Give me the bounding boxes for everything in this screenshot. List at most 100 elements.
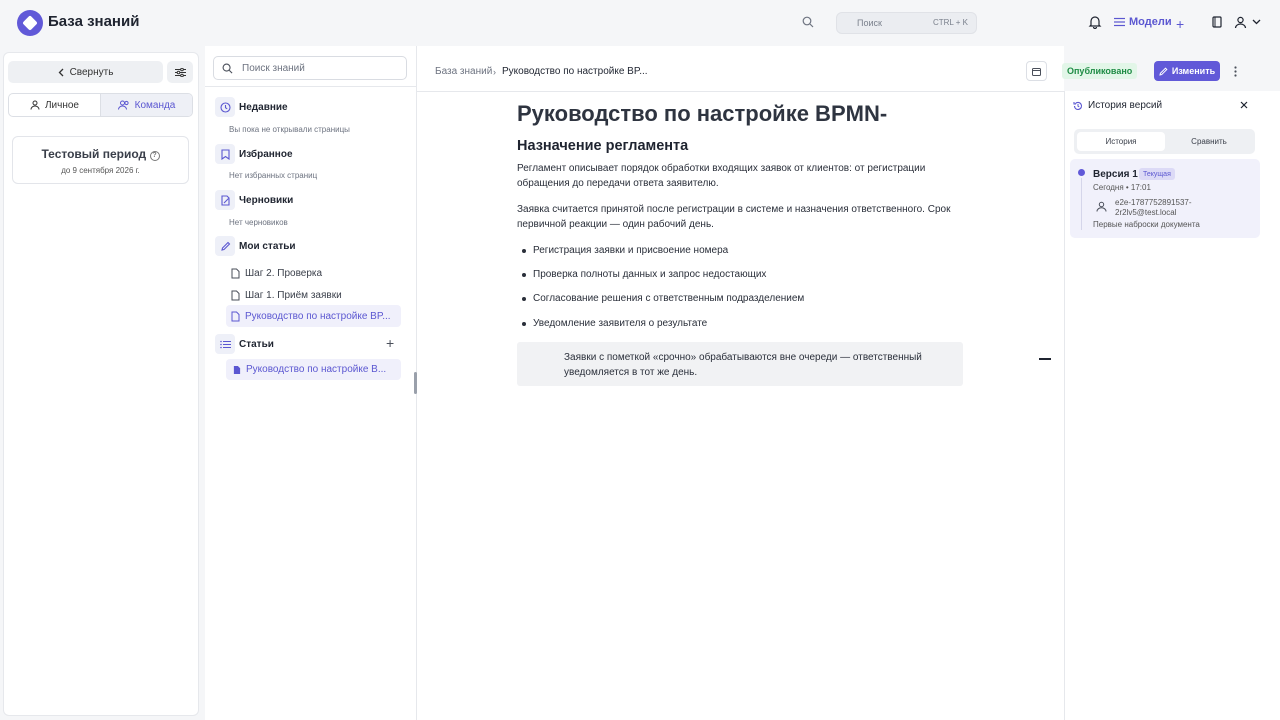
list-item-text: Согласование решения с ответственным под… bbox=[533, 293, 805, 304]
history-tabs: История Сравнить bbox=[1074, 129, 1255, 154]
trial-title-text: Тестовый период bbox=[41, 147, 147, 161]
knowledge-search-input[interactable]: Поиск знаний bbox=[213, 56, 407, 80]
paragraph-1: Регламент описывает порядок обработки вх… bbox=[517, 163, 926, 189]
section-favorites[interactable]: Избранное bbox=[239, 149, 293, 160]
history-title: История версий bbox=[1088, 100, 1163, 111]
breadcrumb-current: Руководство по настройке BP... bbox=[502, 66, 648, 77]
global-search-input[interactable]: Поиск CTRL + K bbox=[836, 12, 977, 34]
list-item-text: Уведомление заявителя о результате bbox=[533, 318, 708, 329]
more-options-icon[interactable] bbox=[1225, 61, 1245, 81]
nav-item-label: Руководство по настройке BP... bbox=[245, 310, 391, 322]
file-icon bbox=[231, 268, 240, 278]
bookmark-icon bbox=[215, 144, 235, 164]
version-timeline bbox=[1081, 178, 1082, 230]
trial-until: до 9 сентября 2026 г. bbox=[61, 166, 140, 175]
user-icon bbox=[30, 100, 40, 110]
sliders-icon bbox=[174, 67, 186, 77]
nav-item-step1[interactable]: Шаг 1. Приём заявки bbox=[231, 288, 342, 302]
chevron-left-icon bbox=[58, 68, 64, 76]
add-icon[interactable]: + bbox=[1176, 16, 1184, 32]
version-dot bbox=[1078, 169, 1085, 176]
calendar-icon bbox=[1032, 67, 1041, 76]
callout-block: Заявки с пометкой «срочно» обрабатываютс… bbox=[517, 342, 963, 386]
list-item-text: Проверка полноты данных и запрос недоста… bbox=[533, 269, 767, 280]
list-item: Проверка полноты данных и запрос недоста… bbox=[522, 269, 766, 280]
list-icon bbox=[215, 334, 235, 354]
tab-compare[interactable]: Сравнить bbox=[1166, 132, 1252, 151]
search-shortcut: CTRL + K bbox=[932, 18, 968, 27]
bullet-dot bbox=[522, 296, 526, 301]
current-badge: Текущая bbox=[1139, 168, 1175, 180]
search-icon[interactable] bbox=[802, 16, 814, 28]
main-toolbar-divider bbox=[417, 91, 1064, 92]
filter-button[interactable] bbox=[167, 61, 193, 83]
user-icon bbox=[1096, 201, 1107, 212]
tab-team-label: Команда bbox=[134, 99, 176, 111]
bullet-dot bbox=[522, 321, 526, 326]
bullet-dot bbox=[522, 248, 526, 253]
knowledge-nav bbox=[205, 46, 417, 720]
list-item: Уведомление заявителя о результате bbox=[522, 318, 707, 329]
section-drafts[interactable]: Черновики bbox=[239, 195, 293, 206]
favorites-empty: Нет избранных страниц bbox=[229, 171, 318, 180]
users-icon bbox=[117, 100, 129, 110]
knowledge-search-placeholder: Поиск знаний bbox=[242, 63, 305, 74]
bullet-dot bbox=[522, 272, 526, 277]
search-placeholder: Поиск bbox=[857, 18, 882, 28]
history-icon bbox=[1073, 101, 1082, 110]
nav-item-bpmn-guide[interactable]: Руководство по настройке BP... bbox=[226, 305, 401, 327]
version-note: Первые наброски документа bbox=[1093, 220, 1200, 229]
version-time: Сегодня • 17:01 bbox=[1093, 183, 1151, 192]
chevron-down-icon[interactable] bbox=[1252, 19, 1261, 25]
file-filled-icon bbox=[233, 365, 241, 374]
scope-switch: Личное Команда bbox=[8, 93, 193, 117]
section-articles[interactable]: Статьи bbox=[239, 339, 274, 350]
section-my-articles[interactable]: Мои статьи bbox=[239, 241, 296, 252]
list-icon bbox=[1114, 17, 1125, 27]
tab-history[interactable]: История bbox=[1077, 132, 1165, 151]
edit-label: Изменить bbox=[1171, 66, 1216, 76]
draft-icon bbox=[215, 190, 235, 210]
breadcrumb-separator: › bbox=[493, 67, 496, 77]
breadcrumb-root[interactable]: База знаний bbox=[435, 66, 492, 77]
drafts-empty: Нет черновиков bbox=[229, 218, 288, 227]
models-label: Модели bbox=[1129, 16, 1172, 28]
trial-title: Тестовый период ? bbox=[13, 147, 188, 161]
user-icon[interactable] bbox=[1234, 16, 1247, 29]
clock-icon bbox=[215, 97, 235, 117]
recent-empty: Вы пока не открывали страницы bbox=[229, 125, 350, 134]
calendar-button[interactable] bbox=[1026, 61, 1047, 81]
models-link[interactable]: Модели bbox=[1114, 16, 1172, 28]
tab-personal[interactable]: Личное bbox=[9, 94, 100, 116]
tab-team[interactable]: Команда bbox=[100, 94, 192, 116]
app-title: База знаний bbox=[48, 13, 140, 30]
minus-icon[interactable] bbox=[1039, 358, 1051, 360]
collapse-label: Свернуть bbox=[69, 66, 114, 78]
nav-item-step2[interactable]: Шаг 2. Проверка bbox=[231, 266, 322, 280]
book-icon[interactable] bbox=[1212, 16, 1222, 28]
version-author: e2e-1787752891537-2r2lv5@test.local bbox=[1115, 198, 1192, 217]
search-icon bbox=[222, 63, 233, 74]
help-icon[interactable]: ? bbox=[149, 151, 160, 161]
close-icon[interactable] bbox=[1238, 99, 1250, 111]
app-logo-icon[interactable] bbox=[16, 9, 44, 37]
list-item: Регистрация заявки и присвоение номера bbox=[522, 245, 728, 256]
section-recent[interactable]: Недавние bbox=[239, 102, 288, 113]
list-item: Согласование решения с ответственным под… bbox=[522, 293, 804, 304]
list-item-text: Регистрация заявки и присвоение номера bbox=[533, 245, 729, 256]
nav-item-label: Шаг 1. Приём заявки bbox=[245, 289, 342, 301]
trial-card: Тестовый период ? до 9 сентября 2026 г. bbox=[12, 136, 189, 184]
section-heading: Назначение регламента bbox=[517, 138, 689, 154]
nav-item-label: Шаг 2. Проверка bbox=[245, 267, 323, 279]
nav-item-article-bpmn[interactable]: Руководство по настройке B... bbox=[226, 359, 401, 380]
bell-icon[interactable] bbox=[1088, 15, 1102, 29]
file-icon bbox=[231, 311, 240, 321]
tab-personal-label: Личное bbox=[44, 99, 79, 111]
edit-button[interactable]: Изменить bbox=[1154, 61, 1220, 81]
collapse-button[interactable]: Свернуть bbox=[8, 61, 163, 83]
status-badge: Опубликовано bbox=[1062, 63, 1138, 79]
document-title: Руководство по настройке BPMN- bbox=[517, 101, 888, 126]
pencil-icon bbox=[215, 236, 235, 256]
history-header: История версий bbox=[1073, 100, 1162, 111]
add-article-icon[interactable]: + bbox=[386, 335, 394, 351]
